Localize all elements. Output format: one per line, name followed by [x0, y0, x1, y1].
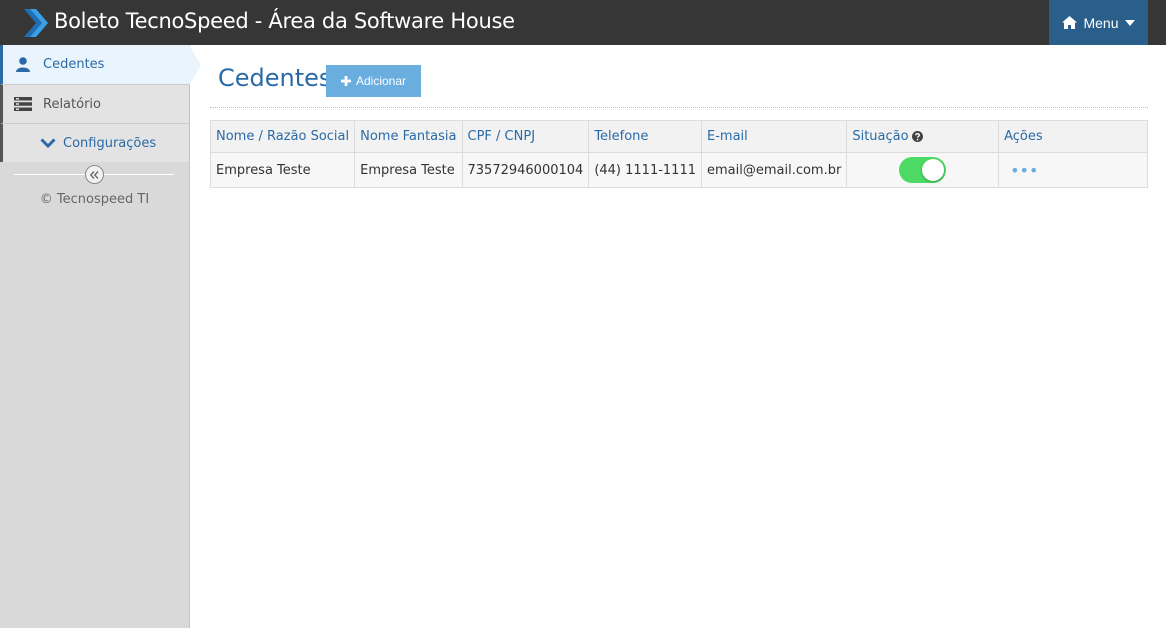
- list-icon: [14, 97, 32, 111]
- home-icon: [1062, 16, 1078, 29]
- add-button-label: Adicionar: [355, 74, 407, 88]
- column-header-nome-fantasia[interactable]: Nome Fantasia: [354, 120, 463, 153]
- column-header-situacao: Situação: [846, 120, 1000, 153]
- page-title: Cedentes: [218, 64, 332, 92]
- table-row: Empresa Teste Empresa Teste 735729460001…: [209, 152, 1148, 188]
- actions-ellipsis-button[interactable]: •••: [1004, 161, 1038, 180]
- sidebar-item-label: Relatório: [43, 96, 101, 112]
- cell-situacao: [846, 152, 1000, 188]
- cell-telefone: (44) 1111-1111: [588, 152, 702, 188]
- column-header-cpf-cnpj[interactable]: CPF / CNPJ: [461, 120, 590, 153]
- copyright-text: © Tecnospeed TI: [39, 192, 150, 207]
- active-indicator: [189, 45, 201, 85]
- tecnospeed-logo-icon: [24, 9, 48, 37]
- title-divider: [210, 107, 1148, 108]
- sidebar-item-relatorio[interactable]: Relatório: [0, 84, 189, 123]
- top-bar: Boleto TecnoSpeed - Área da Software Hou…: [0, 0, 1166, 45]
- situacao-toggle[interactable]: [899, 157, 947, 183]
- sidebar-item-cedentes[interactable]: Cedentes: [0, 45, 201, 85]
- plus-icon: [340, 76, 351, 86]
- column-header-telefone[interactable]: Telefone: [588, 120, 702, 153]
- app-title: Boleto TecnoSpeed - Área da Software Hou…: [54, 9, 515, 33]
- sidebar: Cedentes Relatório Configurações © Tecno…: [0, 45, 201, 628]
- sidebar-item-label: Cedentes: [43, 57, 105, 72]
- cell-nome-fantasia: Empresa Teste: [354, 152, 463, 188]
- table-header-row: Nome / Razão Social Nome Fantasia CPF / …: [209, 120, 1148, 153]
- cedentes-table: Nome / Razão Social Nome Fantasia CPF / …: [209, 120, 1148, 188]
- menu-label: Menu: [1083, 14, 1119, 31]
- double-chevron-left-icon: [90, 170, 99, 179]
- column-header-email[interactable]: E-mail: [700, 120, 848, 153]
- situacao-label: Situação: [852, 129, 909, 144]
- caret-down-icon: [1124, 19, 1135, 26]
- cell-razao-social: Empresa Teste: [209, 152, 356, 188]
- cell-cpf-cnpj: 73572946000104: [461, 152, 590, 188]
- sidebar-item-configuracoes[interactable]: Configurações: [0, 123, 189, 162]
- user-icon: [16, 57, 30, 72]
- collapse-sidebar-button[interactable]: [85, 165, 104, 184]
- column-header-acoes: Ações: [998, 120, 1148, 153]
- cell-email: email@email.com.br: [700, 152, 848, 188]
- cell-acoes: •••: [998, 152, 1148, 188]
- menu-button[interactable]: Menu: [1049, 0, 1148, 45]
- column-header-razao-social[interactable]: Nome / Razão Social: [209, 120, 356, 153]
- add-cedente-button[interactable]: Adicionar: [326, 65, 421, 97]
- question-circle-icon[interactable]: [911, 131, 923, 142]
- chevron-down-icon: [40, 138, 56, 148]
- sidebar-item-label: Configurações: [63, 135, 157, 151]
